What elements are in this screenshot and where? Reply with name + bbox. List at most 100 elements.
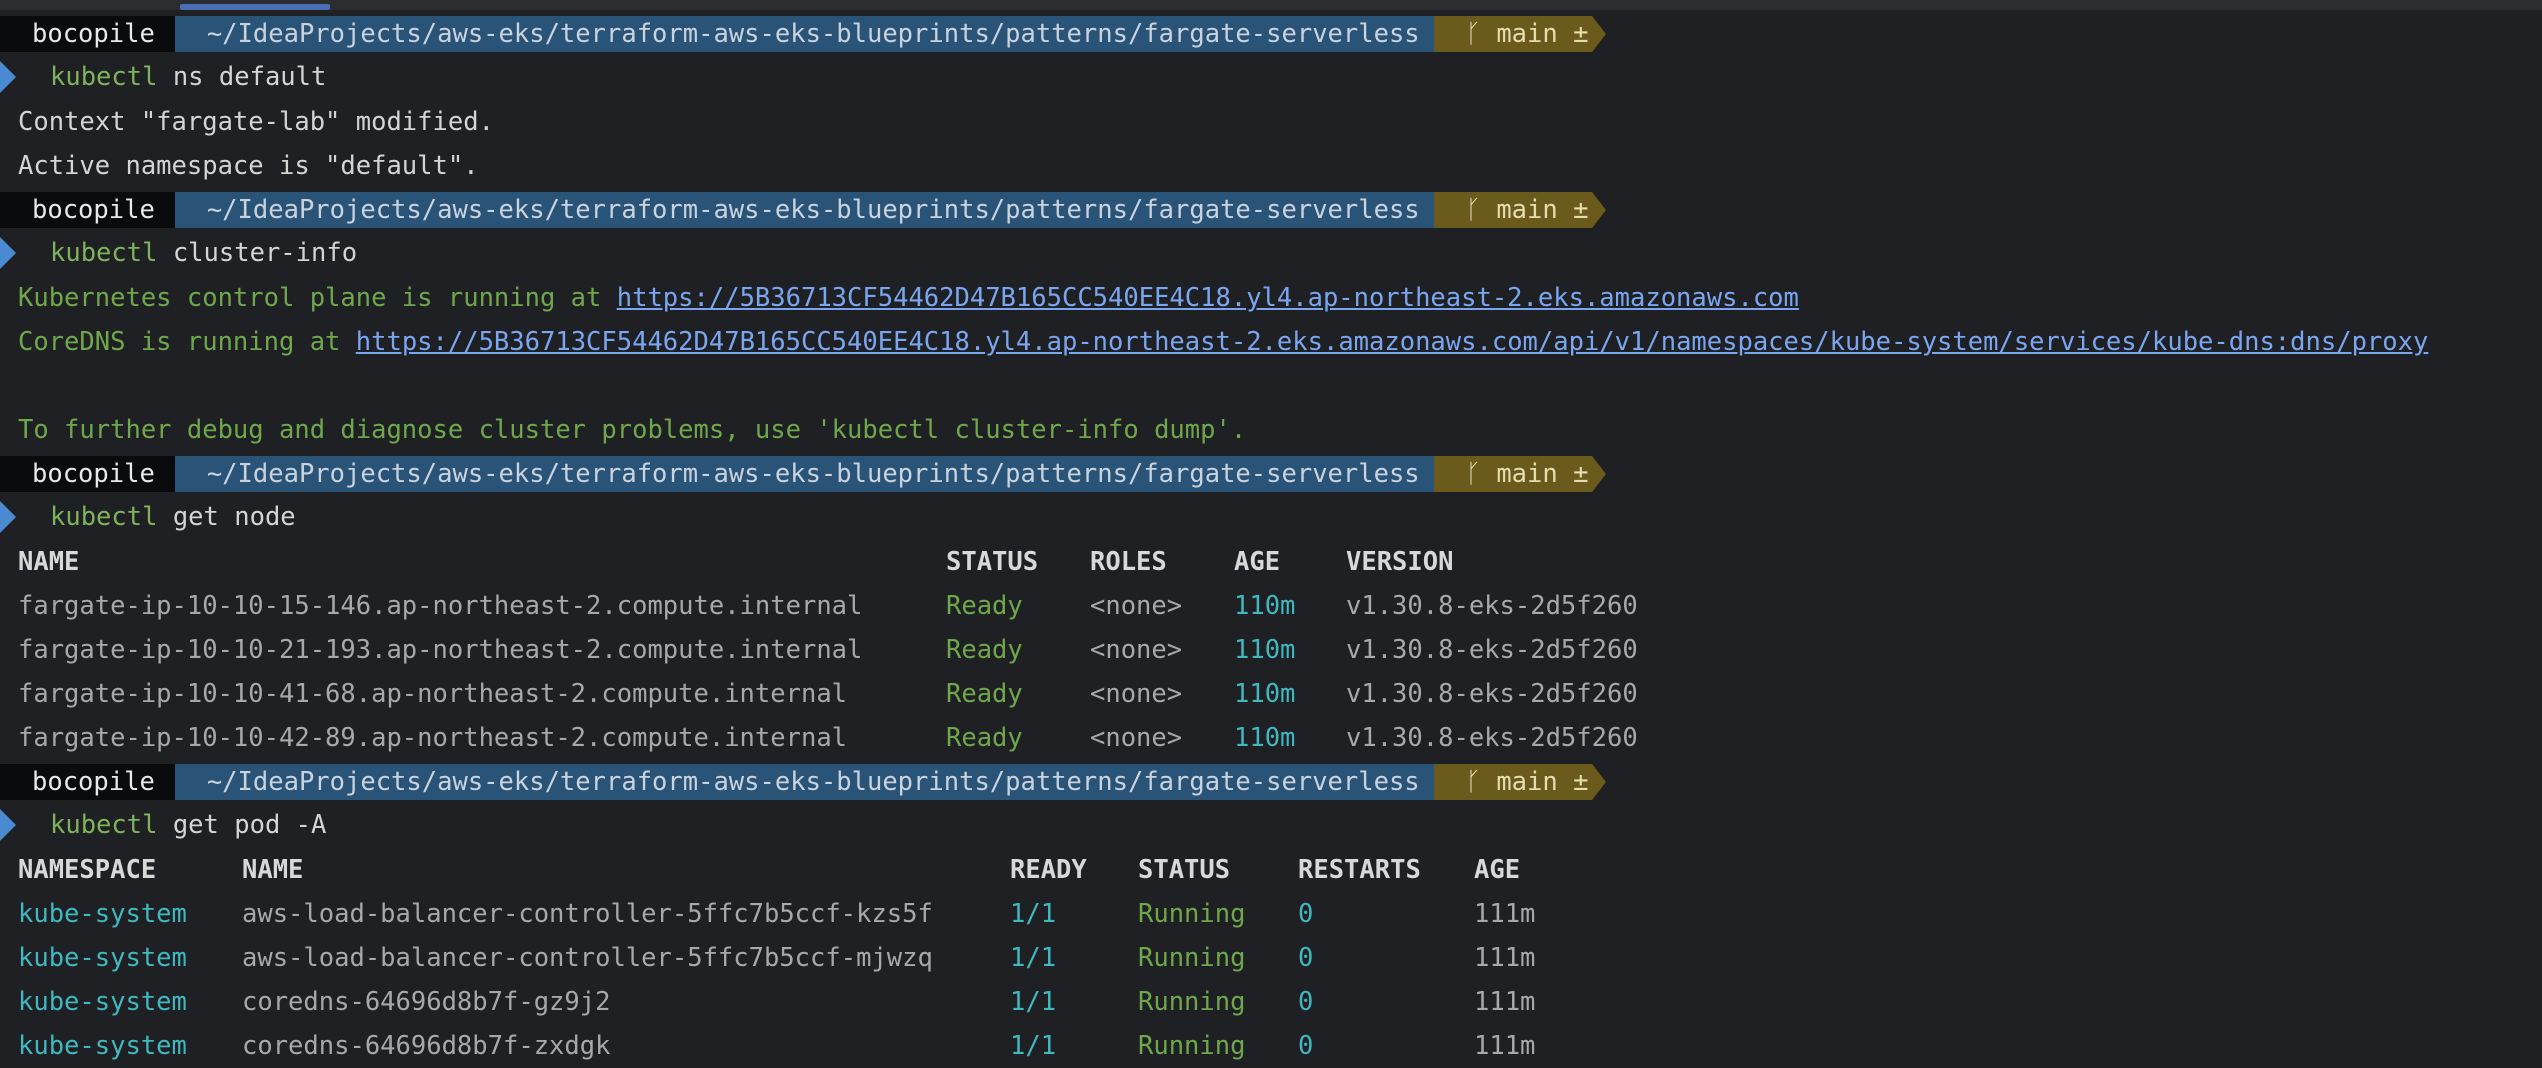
node-name: fargate-ip-10-10-15-146.ap-northeast-2.c… (18, 591, 863, 621)
node-name: fargate-ip-10-10-41-68.ap-northeast-2.co… (18, 679, 848, 709)
command-name: kubectl (50, 810, 158, 840)
pod-status: Running (1138, 899, 1246, 929)
table-row: kube-system aws-load-balancer-controller… (18, 936, 1718, 980)
prompt-arrow-icon (0, 237, 16, 269)
command-name: kubectl (50, 238, 158, 268)
pod-restarts: 0 (1298, 899, 1314, 929)
node-roles: <none> (1090, 679, 1183, 709)
prompt-path: ~/IdeaProjects/aws-eks/terraform-aws-eks… (174, 456, 1452, 492)
pod-status: Running (1138, 987, 1246, 1017)
prompt-git-branch: ᚴ main ± (1433, 764, 1607, 800)
table-row: kube-system coredns-64696d8b7f-gz9j2 1/1… (18, 980, 1718, 1024)
pod-ready: 1/1 (1010, 1031, 1057, 1061)
output-text: Kubernetes control plane is running at (18, 283, 617, 313)
output-line: Active namespace is "default". (18, 151, 479, 181)
command-args: ns default (172, 62, 327, 92)
pod-ready: 1/1 (1010, 943, 1057, 973)
node-version: v1.30.8-eks-2d5f260 (1346, 591, 1638, 621)
coredns-link[interactable]: https://5B36713CF54462D47B165CC540EE4C18… (356, 327, 2429, 357)
table-row: fargate-ip-10-10-41-68.ap-northeast-2.co… (18, 672, 1718, 716)
output-line: CoreDNS is running at https://5B36713CF5… (18, 320, 2428, 364)
pod-namespace: kube-system (18, 899, 187, 929)
command-name: kubectl (50, 62, 158, 92)
pod-name: aws-load-balancer-controller-5ffc7b5ccf-… (242, 899, 933, 929)
command-line: kubectl get pod -A (50, 803, 326, 847)
terminal-tab-bar (0, 0, 2542, 10)
node-status: Ready (946, 723, 1023, 753)
table-row: fargate-ip-10-10-15-146.ap-northeast-2.c… (18, 584, 1718, 628)
pod-restarts: 0 (1298, 943, 1314, 973)
pod-age: 111m (1474, 899, 1536, 929)
column-header: NAME (242, 855, 304, 885)
column-header: NAME (18, 547, 80, 577)
prompt-path: ~/IdeaProjects/aws-eks/terraform-aws-eks… (174, 16, 1452, 52)
command-line: kubectl cluster-info (50, 231, 357, 275)
prompt-arrow-icon (0, 809, 16, 841)
output-line: To further debug and diagnose cluster pr… (18, 415, 1247, 445)
prompt-user: bocopile (0, 192, 193, 228)
command-args: get node (172, 502, 296, 532)
pod-restarts: 0 (1298, 987, 1314, 1017)
pod-namespace: kube-system (18, 987, 187, 1017)
active-tab-indicator (180, 4, 330, 10)
column-header: ROLES (1090, 547, 1167, 577)
table-header: NAME STATUS ROLES AGE VERSION (18, 540, 1718, 584)
pod-namespace: kube-system (18, 1031, 187, 1061)
pod-restarts: 0 (1298, 1031, 1314, 1061)
pod-ready: 1/1 (1010, 899, 1057, 929)
node-age: 110m (1234, 635, 1296, 665)
command-args: cluster-info (172, 238, 358, 268)
command-line: kubectl ns default (50, 55, 326, 99)
pod-ready: 1/1 (1010, 987, 1057, 1017)
pod-name: coredns-64696d8b7f-gz9j2 (242, 987, 611, 1017)
node-status: Ready (946, 591, 1023, 621)
column-header: READY (1010, 855, 1087, 885)
output-line: Kubernetes control plane is running at h… (18, 276, 1799, 320)
table-row: kube-system coredns-64696d8b7f-zxdgk 1/1… (18, 1024, 1718, 1068)
column-header: NAMESPACE (18, 855, 157, 885)
prompt-arrow-icon (0, 501, 16, 533)
shell-prompt: bocopile ~/IdeaProjects/aws-eks/terrafor… (0, 16, 1607, 52)
shell-prompt: bocopile ~/IdeaProjects/aws-eks/terrafor… (0, 456, 1607, 492)
node-roles: <none> (1090, 723, 1183, 753)
command-line: kubectl get node (50, 495, 296, 539)
column-header: AGE (1234, 547, 1281, 577)
column-header: RESTARTS (1298, 855, 1421, 885)
control-plane-link[interactable]: https://5B36713CF54462D47B165CC540EE4C18… (617, 283, 1799, 313)
prompt-user: bocopile (0, 456, 193, 492)
column-header: VERSION (1346, 547, 1454, 577)
pod-age: 111m (1474, 1031, 1536, 1061)
column-header: STATUS (946, 547, 1039, 577)
node-version: v1.30.8-eks-2d5f260 (1346, 679, 1638, 709)
node-age: 110m (1234, 679, 1296, 709)
node-status: Ready (946, 679, 1023, 709)
node-version: v1.30.8-eks-2d5f260 (1346, 723, 1638, 753)
command-name: kubectl (50, 502, 158, 532)
prompt-user: bocopile (0, 16, 193, 52)
table-row: kube-system aws-load-balancer-controller… (18, 892, 1718, 936)
node-name: fargate-ip-10-10-42-89.ap-northeast-2.co… (18, 723, 848, 753)
node-age: 110m (1234, 591, 1296, 621)
pod-age: 111m (1474, 987, 1536, 1017)
column-header: AGE (1474, 855, 1521, 885)
command-args: get pod -A (172, 810, 327, 840)
node-age: 110m (1234, 723, 1296, 753)
prompt-path: ~/IdeaProjects/aws-eks/terraform-aws-eks… (174, 192, 1452, 228)
node-roles: <none> (1090, 635, 1183, 665)
output-text: CoreDNS is running at (18, 327, 356, 357)
prompt-git-branch: ᚴ main ± (1433, 456, 1607, 492)
node-version: v1.30.8-eks-2d5f260 (1346, 635, 1638, 665)
pod-namespace: kube-system (18, 943, 187, 973)
node-status: Ready (946, 635, 1023, 665)
pod-name: aws-load-balancer-controller-5ffc7b5ccf-… (242, 943, 933, 973)
table-row: fargate-ip-10-10-21-193.ap-northeast-2.c… (18, 628, 1718, 672)
pod-name: coredns-64696d8b7f-zxdgk (242, 1031, 611, 1061)
node-roles: <none> (1090, 591, 1183, 621)
node-name: fargate-ip-10-10-21-193.ap-northeast-2.c… (18, 635, 863, 665)
column-header: STATUS (1138, 855, 1231, 885)
prompt-path: ~/IdeaProjects/aws-eks/terraform-aws-eks… (174, 764, 1452, 800)
prompt-git-branch: ᚴ main ± (1433, 16, 1607, 52)
terminal-window[interactable]: bocopile ~/IdeaProjects/aws-eks/terrafor… (0, 0, 2542, 1068)
pod-status: Running (1138, 1031, 1246, 1061)
prompt-arrow-icon (0, 61, 16, 93)
